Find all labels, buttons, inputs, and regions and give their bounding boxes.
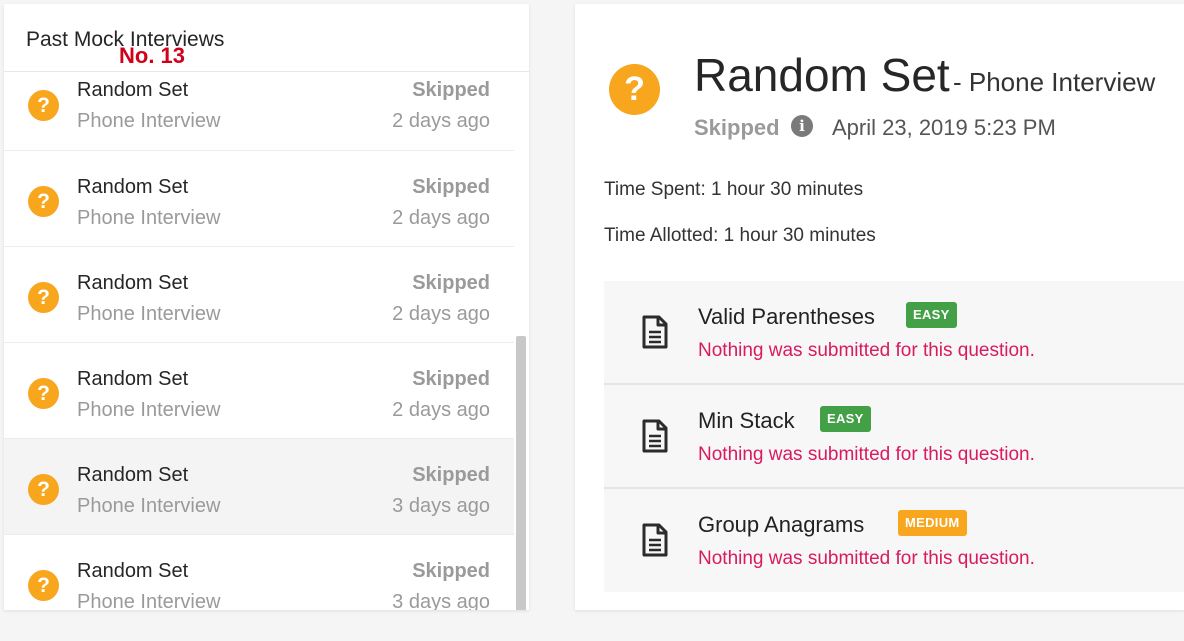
session-time: 3 days ago <box>392 495 490 517</box>
session-type: Phone Interview <box>77 399 221 421</box>
session-item-active[interactable]: ? Random Set Phone Interview Skipped 3 d… <box>4 439 514 535</box>
question-title[interactable]: Group Anagrams <box>698 512 864 538</box>
question-title[interactable]: Min Stack <box>698 408 795 434</box>
submission-note: Nothing was submitted for this question. <box>698 444 1035 465</box>
question-list: Valid Parentheses EASY Nothing was submi… <box>604 281 1184 592</box>
session-list: ? Random Set Phone Interview Skipped 2 d… <box>4 54 514 610</box>
question-circle-icon: ? <box>609 64 660 115</box>
document-icon <box>642 419 668 453</box>
session-name: Random Set <box>77 176 189 198</box>
session-time: 2 days ago <box>392 399 490 421</box>
session-type: Phone Interview <box>77 110 221 132</box>
session-status: Skipped <box>412 464 490 486</box>
question-circle-icon: ? <box>28 186 59 217</box>
interview-status: Skipped <box>694 115 780 140</box>
session-item[interactable]: ? Random Set Phone Interview Skipped 2 d… <box>4 343 514 439</box>
session-status: Skipped <box>412 176 490 198</box>
interview-subtitle: - Phone Interview <box>953 67 1156 97</box>
document-icon <box>642 523 668 557</box>
question-card[interactable]: Valid Parentheses EASY Nothing was submi… <box>604 281 1184 385</box>
document-icon <box>642 315 668 349</box>
session-status: Skipped <box>412 79 490 101</box>
info-icon[interactable]: i <box>791 115 813 137</box>
session-item[interactable]: ? Random Set Phone Interview Skipped 2 d… <box>4 151 514 247</box>
interview-date: April 23, 2019 5:23 PM <box>832 115 1056 140</box>
interview-title: Random Set <box>694 49 950 101</box>
session-name: Random Set <box>77 368 189 390</box>
session-time: 2 days ago <box>392 110 490 132</box>
session-status: Skipped <box>412 272 490 294</box>
session-status: Skipped <box>412 368 490 390</box>
session-name: Random Set <box>77 272 189 294</box>
question-circle-icon: ? <box>28 570 59 601</box>
session-type: Phone Interview <box>77 591 221 610</box>
question-circle-icon: ? <box>28 90 59 121</box>
session-name: Random Set <box>77 560 189 582</box>
question-card[interactable]: Group Anagrams MEDIUM Nothing was submit… <box>604 489 1184 592</box>
question-circle-icon: ? <box>28 474 59 505</box>
session-item[interactable]: ? Random Set Phone Interview Skipped 3 d… <box>4 535 514 610</box>
annotation-label: No. 13 <box>119 43 186 68</box>
session-status: Skipped <box>412 560 490 582</box>
scrollbar-thumb[interactable] <box>516 336 526 610</box>
session-type: Phone Interview <box>77 303 221 325</box>
session-type: Phone Interview <box>77 207 221 229</box>
question-card[interactable]: Min Stack EASY Nothing was submitted for… <box>604 385 1184 489</box>
question-circle-icon: ? <box>28 282 59 313</box>
panel-header: Past Mock Interviews <box>4 4 529 72</box>
session-time: 3 days ago <box>392 591 490 610</box>
difficulty-badge: EASY <box>906 302 957 328</box>
time-spent: Time Spent: 1 hour 30 minutes <box>604 179 864 200</box>
session-name: Random Set <box>77 79 189 101</box>
past-interviews-panel: ? Random Set Phone Interview Skipped 2 d… <box>4 4 529 610</box>
session-item[interactable]: ? Random Set Phone Interview Skipped 2 d… <box>4 247 514 343</box>
question-title[interactable]: Valid Parentheses <box>698 304 875 330</box>
session-time: 2 days ago <box>392 207 490 229</box>
question-circle-icon: ? <box>28 378 59 409</box>
submission-note: Nothing was submitted for this question. <box>698 548 1035 569</box>
difficulty-badge: EASY <box>820 406 871 432</box>
difficulty-badge: MEDIUM <box>898 510 967 536</box>
session-time: 2 days ago <box>392 303 490 325</box>
time-allotted: Time Allotted: 1 hour 30 minutes <box>604 225 876 246</box>
session-name: Random Set <box>77 464 189 486</box>
submission-note: Nothing was submitted for this question. <box>698 340 1035 361</box>
interview-detail-panel: ? Random Set - Phone Interview Skipped i… <box>575 4 1184 610</box>
session-type: Phone Interview <box>77 495 221 517</box>
